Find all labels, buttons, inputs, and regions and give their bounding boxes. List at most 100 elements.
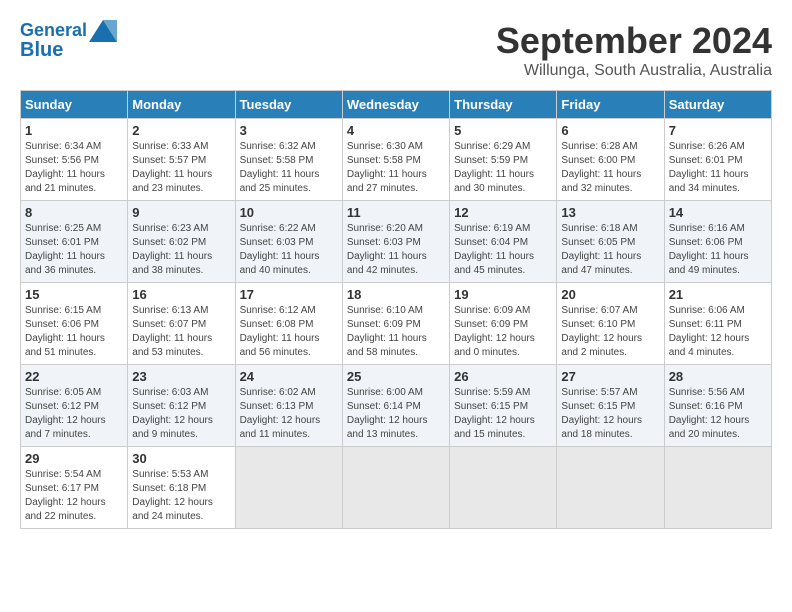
day-info: Sunrise: 6:29 AMSunset: 5:59 PMDaylight:… <box>454 140 552 196</box>
table-row: 25 Sunrise: 6:00 AMSunset: 6:14 PMDayligh… <box>342 365 449 447</box>
header-saturday: Saturday <box>664 91 771 119</box>
day-number: 8 <box>25 205 123 220</box>
calendar-table: Sunday Monday Tuesday Wednesday Thursday… <box>20 90 772 529</box>
day-info: Sunrise: 5:59 AMSunset: 6:15 PMDaylight:… <box>454 386 552 442</box>
day-info: Sunrise: 6:26 AMSunset: 6:01 PMDaylight:… <box>669 140 767 196</box>
day-number: 24 <box>240 369 338 384</box>
day-number: 30 <box>132 451 230 466</box>
day-info: Sunrise: 6:33 AMSunset: 5:57 PMDaylight:… <box>132 140 230 196</box>
day-number: 28 <box>669 369 767 384</box>
day-number: 9 <box>132 205 230 220</box>
weekday-header-row: Sunday Monday Tuesday Wednesday Thursday… <box>21 91 772 119</box>
table-row: 27Sunrise: 5:57 AMSunset: 6:15 PMDayligh… <box>557 365 664 447</box>
table-row: 14 Sunrise: 6:16 AMSunset: 6:06 PMDayligh… <box>664 201 771 283</box>
day-number: 5 <box>454 123 552 138</box>
day-number: 2 <box>132 123 230 138</box>
day-number: 16 <box>132 287 230 302</box>
title-section: September 2024 Willunga, South Australia… <box>496 20 772 80</box>
day-number: 18 <box>347 287 445 302</box>
day-number: 26 <box>454 369 552 384</box>
table-row: 12Sunrise: 6:19 AMSunset: 6:04 PMDayligh… <box>450 201 557 283</box>
logo: General Blue <box>20 20 123 62</box>
table-row: 21 Sunrise: 6:06 AMSunset: 6:11 PMDayligh… <box>664 283 771 365</box>
table-row: 11Sunrise: 6:20 AMSunset: 6:03 PMDayligh… <box>342 201 449 283</box>
day-info: Sunrise: 6:15 AMSunset: 6:06 PMDaylight:… <box>25 304 123 360</box>
header-tuesday: Tuesday <box>235 91 342 119</box>
day-number: 17 <box>240 287 338 302</box>
table-row: 19 Sunrise: 6:09 AMSunset: 6:09 PMDayligh… <box>450 283 557 365</box>
table-row: 22Sunrise: 6:05 AMSunset: 6:12 PMDayligh… <box>21 365 128 447</box>
header-friday: Friday <box>557 91 664 119</box>
table-row: 18 Sunrise: 6:10 AMSunset: 6:09 PMDayligh… <box>342 283 449 365</box>
table-row: 4 Sunrise: 6:30 AMSunset: 5:58 PMDaylight… <box>342 119 449 201</box>
day-info: Sunrise: 6:22 AMSunset: 6:03 PMDaylight:… <box>240 222 338 278</box>
logo-icon <box>89 20 117 42</box>
day-info: Sunrise: 6:23 AMSunset: 6:02 PMDaylight:… <box>132 222 230 278</box>
day-info: Sunrise: 6:19 AMSunset: 6:04 PMDaylight:… <box>454 222 552 278</box>
day-info: Sunrise: 6:07 AMSunset: 6:10 PMDaylight:… <box>561 304 659 360</box>
day-number: 13 <box>561 205 659 220</box>
day-info: Sunrise: 6:20 AMSunset: 6:03 PMDaylight:… <box>347 222 445 278</box>
day-number: 25 <box>347 369 445 384</box>
day-info: Sunrise: 6:06 AMSunset: 6:11 PMDaylight:… <box>669 304 767 360</box>
table-row <box>342 447 449 529</box>
table-row: 30 Sunrise: 5:53 AMSunset: 6:18 PMDayligh… <box>128 447 235 529</box>
header-thursday: Thursday <box>450 91 557 119</box>
table-row: 29 Sunrise: 5:54 AMSunset: 6:17 PMDayligh… <box>21 447 128 529</box>
day-info: Sunrise: 6:18 AMSunset: 6:05 PMDaylight:… <box>561 222 659 278</box>
table-row: 7Sunrise: 6:26 AMSunset: 6:01 PMDaylight… <box>664 119 771 201</box>
header-monday: Monday <box>128 91 235 119</box>
day-number: 4 <box>347 123 445 138</box>
day-info: Sunrise: 6:16 AMSunset: 6:06 PMDaylight:… <box>669 222 767 278</box>
table-row: 2 Sunrise: 6:33 AMSunset: 5:57 PMDaylight… <box>128 119 235 201</box>
table-row: 3 Sunrise: 6:32 AMSunset: 5:58 PMDaylight… <box>235 119 342 201</box>
header-wednesday: Wednesday <box>342 91 449 119</box>
day-info: Sunrise: 6:34 AMSunset: 5:56 PMDaylight:… <box>25 140 123 196</box>
calendar-week-row: 8 Sunrise: 6:25 AMSunset: 6:01 PMDaylight… <box>21 201 772 283</box>
table-row: 15Sunrise: 6:15 AMSunset: 6:06 PMDayligh… <box>21 283 128 365</box>
day-info: Sunrise: 6:02 AMSunset: 6:13 PMDaylight:… <box>240 386 338 442</box>
day-info: Sunrise: 6:28 AMSunset: 6:00 PMDaylight:… <box>561 140 659 196</box>
table-row <box>450 447 557 529</box>
table-row <box>235 447 342 529</box>
table-row: 20Sunrise: 6:07 AMSunset: 6:10 PMDayligh… <box>557 283 664 365</box>
day-info: Sunrise: 6:25 AMSunset: 6:01 PMDaylight:… <box>25 222 123 278</box>
table-row: 5 Sunrise: 6:29 AMSunset: 5:59 PMDaylight… <box>450 119 557 201</box>
day-number: 29 <box>25 451 123 466</box>
day-info: Sunrise: 5:54 AMSunset: 6:17 PMDaylight:… <box>25 468 123 524</box>
day-number: 10 <box>240 205 338 220</box>
day-info: Sunrise: 6:32 AMSunset: 5:58 PMDaylight:… <box>240 140 338 196</box>
day-number: 19 <box>454 287 552 302</box>
table-row: 1 Sunrise: 6:34 AMSunset: 5:56 PMDaylight… <box>21 119 128 201</box>
day-info: Sunrise: 6:30 AMSunset: 5:58 PMDaylight:… <box>347 140 445 196</box>
table-row: 9 Sunrise: 6:23 AMSunset: 6:02 PMDaylight… <box>128 201 235 283</box>
calendar-week-row: 1 Sunrise: 6:34 AMSunset: 5:56 PMDaylight… <box>21 119 772 201</box>
table-row: 24 Sunrise: 6:02 AMSunset: 6:13 PMDayligh… <box>235 365 342 447</box>
table-row: 28 Sunrise: 5:56 AMSunset: 6:16 PMDayligh… <box>664 365 771 447</box>
day-info: Sunrise: 6:00 AMSunset: 6:14 PMDaylight:… <box>347 386 445 442</box>
table-row: 26 Sunrise: 5:59 AMSunset: 6:15 PMDayligh… <box>450 365 557 447</box>
day-info: Sunrise: 6:09 AMSunset: 6:09 PMDaylight:… <box>454 304 552 360</box>
day-number: 21 <box>669 287 767 302</box>
calendar-title: September 2024 <box>496 20 772 62</box>
day-info: Sunrise: 5:53 AMSunset: 6:18 PMDaylight:… <box>132 468 230 524</box>
table-row: 23Sunrise: 6:03 AMSunset: 6:12 PMDayligh… <box>128 365 235 447</box>
logo-text-blue: Blue <box>20 38 63 62</box>
day-number: 14 <box>669 205 767 220</box>
day-number: 6 <box>561 123 659 138</box>
calendar-week-row: 22Sunrise: 6:05 AMSunset: 6:12 PMDayligh… <box>21 365 772 447</box>
table-row: 17Sunrise: 6:12 AMSunset: 6:08 PMDayligh… <box>235 283 342 365</box>
table-row <box>664 447 771 529</box>
day-number: 1 <box>25 123 123 138</box>
day-number: 23 <box>132 369 230 384</box>
calendar-week-row: 15Sunrise: 6:15 AMSunset: 6:06 PMDayligh… <box>21 283 772 365</box>
table-row <box>557 447 664 529</box>
day-info: Sunrise: 6:05 AMSunset: 6:12 PMDaylight:… <box>25 386 123 442</box>
table-row: 16 Sunrise: 6:13 AMSunset: 6:07 PMDayligh… <box>128 283 235 365</box>
day-number: 3 <box>240 123 338 138</box>
table-row: 10 Sunrise: 6:22 AMSunset: 6:03 PMDayligh… <box>235 201 342 283</box>
day-info: Sunrise: 5:56 AMSunset: 6:16 PMDaylight:… <box>669 386 767 442</box>
day-info: Sunrise: 6:10 AMSunset: 6:09 PMDaylight:… <box>347 304 445 360</box>
page-header: General Blue September 2024 Willunga, So… <box>20 20 772 80</box>
day-info: Sunrise: 6:13 AMSunset: 6:07 PMDaylight:… <box>132 304 230 360</box>
